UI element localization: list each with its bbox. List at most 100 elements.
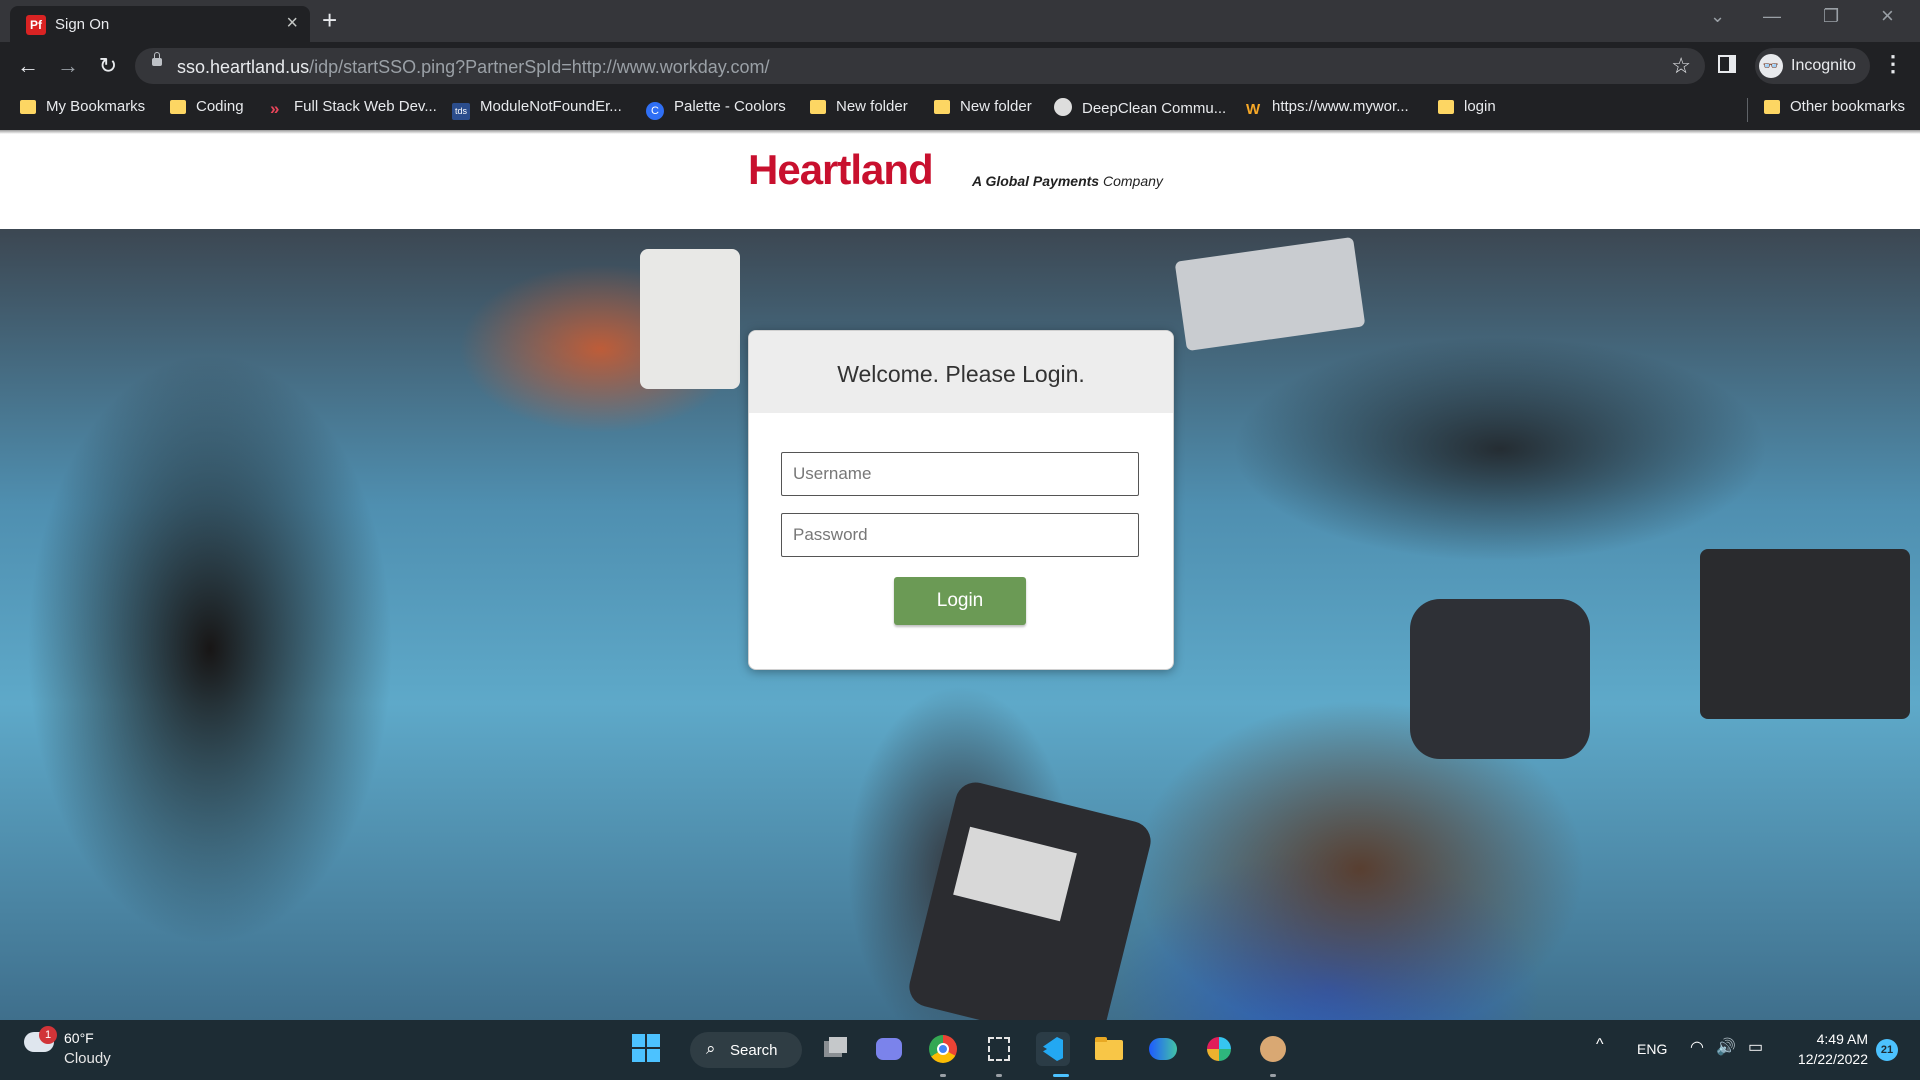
card-reader — [1410, 599, 1590, 759]
back-icon[interactable]: ← — [12, 51, 44, 81]
vscode-icon[interactable] — [1036, 1032, 1070, 1066]
volume-icon[interactable]: 🔊 — [1716, 1037, 1736, 1057]
browser-menu-icon[interactable]: ⋮ — [1882, 51, 1904, 77]
bookmark-deepclean[interactable]: DeepClean Commu... — [1054, 98, 1226, 122]
bookmark-full-stack[interactable]: » Full Stack Web Dev... — [270, 98, 437, 122]
minimize-icon[interactable]: — — [1763, 6, 1781, 27]
windows-taskbar: 1 60°F Cloudy ⌕ Search ^ ENG ◠ 🔊 ▭ 4:49 … — [0, 1020, 1920, 1080]
bookmark-star-icon[interactable]: ☆ — [1671, 53, 1691, 79]
bookmark-new-folder-2[interactable]: New folder — [934, 98, 1032, 122]
folder-icon — [810, 100, 826, 114]
chrome-running-indicator — [940, 1074, 946, 1077]
login-title: Welcome. Please Login. — [837, 361, 1085, 387]
weather-temp: 60°F — [64, 1030, 94, 1046]
chrome-icon[interactable] — [926, 1032, 960, 1066]
password-input[interactable] — [781, 513, 1139, 557]
tab-sign-on[interactable]: Pf Sign On × — [10, 6, 310, 42]
tds-icon: tds — [452, 103, 470, 120]
bookmark-label: login — [1464, 98, 1496, 115]
username-input[interactable] — [781, 452, 1139, 496]
folder-icon — [1438, 100, 1454, 114]
bookmarks-divider — [1747, 98, 1748, 122]
login-card: Welcome. Please Login. Login — [748, 330, 1174, 670]
folder-icon — [20, 100, 36, 114]
workday-icon: W — [1246, 101, 1261, 118]
incognito-label: Incognito — [1791, 57, 1856, 74]
url-text[interactable]: sso.heartland.us/idp/startSSO.ping?Partn… — [177, 57, 769, 78]
forward-icon[interactable]: → — [52, 51, 84, 81]
snipping-tool-icon[interactable] — [982, 1032, 1016, 1066]
bookmark-label: DeepClean Commu... — [1082, 100, 1227, 117]
address-bar[interactable]: sso.heartland.us/idp/startSSO.ping?Partn… — [135, 48, 1705, 84]
bookmarks-bar: My Bookmarks Coding » Full Stack Web Dev.… — [0, 90, 1920, 130]
coolors-icon: C — [646, 102, 664, 120]
tab-title: Sign On — [55, 16, 110, 33]
power-adapter — [1700, 549, 1910, 719]
bookmark-label: New folder — [960, 98, 1032, 115]
other-bookmarks[interactable]: Other bookmarks — [1764, 98, 1905, 122]
bookmark-myworkday[interactable]: Whttps://www.mywor... — [1246, 98, 1409, 122]
bookmark-label: Other bookmarks — [1790, 98, 1906, 115]
battery-icon[interactable]: ▭ — [1748, 1037, 1763, 1057]
incognito-profile-button[interactable]: 👓 Incognito — [1755, 48, 1870, 84]
bookmark-label: Full Stack Web Dev... — [294, 98, 437, 115]
logo-tagline: A Global Payments Company — [972, 173, 1163, 189]
clock-date[interactable]: 12/22/2022 — [1786, 1051, 1868, 1067]
notification-badge[interactable]: 21 — [1876, 1039, 1898, 1061]
clock-time[interactable]: 4:49 AM — [1806, 1031, 1868, 1047]
bookmark-coding[interactable]: Coding — [170, 98, 244, 122]
bookmark-module-not-found[interactable]: tds ModuleNotFoundEr... — [452, 98, 622, 122]
taskbar-search[interactable]: ⌕ Search — [690, 1032, 802, 1068]
wifi-icon[interactable]: ◠ — [1690, 1037, 1704, 1057]
fullstack-icon: » — [270, 99, 280, 118]
url-host: sso.heartland.us — [177, 57, 310, 77]
foil-package — [1174, 236, 1366, 352]
tab-search-chevron-icon[interactable]: ⌄ — [1710, 6, 1725, 27]
web-page: Heartland A Global Payments Company Welc… — [0, 130, 1920, 1020]
bookmark-label: ModuleNotFoundEr... — [480, 98, 622, 115]
new-tab-icon[interactable]: + — [322, 6, 337, 34]
task-view-icon[interactable] — [818, 1032, 852, 1066]
incognito-icon: 👓 — [1759, 54, 1783, 78]
tab-strip: Pf Sign On × + ⌄ — ❐ × — [0, 0, 1920, 42]
bookmark-label: Coding — [196, 98, 244, 115]
bookmark-my-bookmarks[interactable]: My Bookmarks — [20, 98, 145, 122]
tab-favicon-icon: Pf — [26, 15, 46, 35]
login-header: Welcome. Please Login. — [749, 331, 1173, 413]
slack-icon[interactable] — [1202, 1032, 1236, 1066]
close-tab-icon[interactable]: × — [286, 13, 298, 33]
vscode-running-indicator — [1053, 1074, 1069, 1077]
reload-icon[interactable]: ↻ — [92, 51, 124, 81]
teams-chat-icon[interactable] — [872, 1032, 906, 1066]
folder-icon — [1764, 100, 1780, 114]
search-label: Search — [730, 1042, 778, 1059]
bookmark-login[interactable]: login — [1438, 98, 1496, 122]
tagline-rest: Company — [1099, 173, 1163, 189]
webex-icon[interactable] — [1146, 1032, 1180, 1066]
snip-running-indicator — [996, 1074, 1002, 1077]
bookmark-label: New folder — [836, 98, 908, 115]
profile-app-icon[interactable] — [1256, 1032, 1290, 1066]
folder-icon — [934, 100, 950, 114]
bookmark-label: Palette - Coolors — [674, 98, 786, 115]
bookmark-label: https://www.mywor... — [1272, 98, 1409, 115]
close-window-icon[interactable]: × — [1881, 3, 1894, 29]
file-explorer-icon[interactable] — [1092, 1032, 1126, 1066]
weather-condition: Cloudy — [64, 1050, 111, 1067]
paper-roll — [640, 249, 740, 389]
side-panel-icon[interactable] — [1718, 55, 1736, 73]
start-button[interactable] — [630, 1032, 664, 1066]
login-button[interactable]: Login — [894, 577, 1026, 625]
url-path: /idp/startSSO.ping?PartnerSpId=http://ww… — [309, 57, 770, 77]
restore-icon[interactable]: ❐ — [1823, 6, 1839, 27]
deepclean-icon — [1054, 98, 1072, 116]
lock-icon[interactable] — [152, 52, 162, 66]
tagline-bold: A Global Payments — [972, 173, 1100, 189]
tray-overflow-icon[interactable]: ^ — [1596, 1036, 1604, 1054]
page-top-shadow — [0, 130, 1920, 134]
bookmark-coolors[interactable]: C Palette - Coolors — [646, 98, 786, 122]
folder-icon — [170, 100, 186, 114]
language-indicator[interactable]: ENG — [1637, 1041, 1667, 1057]
bookmark-new-folder[interactable]: New folder — [810, 98, 908, 122]
search-icon: ⌕ — [706, 1039, 716, 1058]
